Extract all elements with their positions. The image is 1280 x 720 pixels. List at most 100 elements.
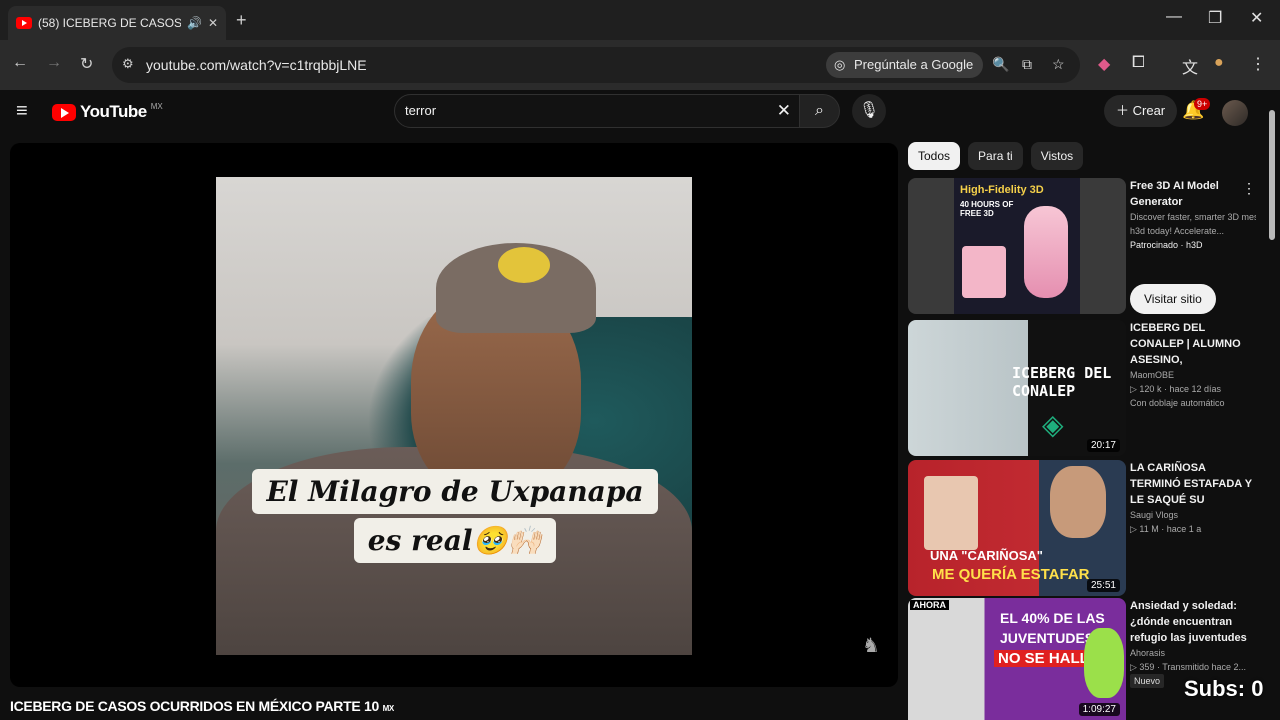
- caption-line-2: es real🥹🙌🏻: [353, 518, 557, 563]
- video-title[interactable]: ICEBERG DEL CONALEP | ALUMNO ASESINO, CO…: [1130, 320, 1256, 368]
- chip-para-ti[interactable]: Para ti: [968, 142, 1023, 170]
- video-meta: LA CARIÑOSA TERMINÓ ESTAFADA Y LE SAQUÉ …: [1130, 460, 1256, 536]
- visit-site-button[interactable]: Visitar sitio: [1130, 284, 1216, 314]
- hamburger-menu-icon[interactable]: ≡: [16, 100, 28, 123]
- zoom-icon[interactable]: 🔍: [992, 56, 1009, 73]
- thumb-person: [1050, 466, 1106, 538]
- video-title[interactable]: Ansiedad y soledad: ¿dónde encuentran re…: [1130, 598, 1256, 646]
- close-window-icon[interactable]: ✕: [1250, 8, 1263, 28]
- youtube-logo[interactable]: YouTube MX: [52, 102, 163, 122]
- voice-search-button[interactable]: 🎙: [852, 94, 886, 128]
- clear-search-icon[interactable]: ✕: [777, 101, 791, 121]
- ad-description-1: Discover faster, smarter 3D mesh solutio…: [1130, 212, 1256, 222]
- video-title: ICEBERG DE CASOS OCURRIDOS EN MÉXICO PAR…: [10, 698, 394, 714]
- duration-badge: 25:51: [1086, 579, 1120, 592]
- caption-line-1: El Milagro de Uxpanapa: [252, 469, 658, 514]
- search-input[interactable]: [405, 103, 765, 118]
- ad-sponsor: Patrocinado · h3D: [1130, 240, 1203, 250]
- country-code: MX: [150, 102, 163, 111]
- minimize-icon[interactable]: —: [1166, 8, 1182, 26]
- conalep-logo-icon: ◈: [1042, 409, 1064, 440]
- ad-description-2: h3d today! Accelerate...: [1130, 226, 1225, 236]
- ad-character-image-2: [1024, 206, 1068, 298]
- channel-name[interactable]: MaomOBE: [1130, 368, 1256, 382]
- notification-count-badge: 9+: [1194, 98, 1211, 110]
- subs-counter-overlay: Subs: 0: [1184, 676, 1264, 701]
- create-button[interactable]: ＋ Crear: [1104, 95, 1178, 127]
- video-player[interactable]: El Milagro de Uxpanapa es real🥹🙌🏻 ♞: [10, 143, 898, 687]
- recommended-video[interactable]: UNA "CARIÑOSA" ME QUERÍA ESTAFAR 25:51 L…: [908, 460, 1260, 596]
- ad-meta: Free 3D AI Model Generator Discover fast…: [1130, 178, 1256, 252]
- back-icon[interactable]: ←: [12, 54, 28, 72]
- search-icon: ⌕: [815, 102, 824, 119]
- video-meta: ICEBERG DEL CONALEP | ALUMNO ASESINO, CO…: [1130, 320, 1256, 410]
- duration-badge: 20:17: [1086, 439, 1120, 452]
- site-info-icon[interactable]: ⚙: [122, 56, 134, 72]
- thumb-text-2: JUVENTUDES: [1000, 630, 1095, 646]
- thumb-text-1: EL 40% DE LAS: [1000, 610, 1105, 626]
- reload-icon[interactable]: ↻: [80, 54, 93, 74]
- thumb-mask-figure: [1084, 628, 1124, 698]
- chip-vistos[interactable]: Vistos: [1030, 142, 1084, 170]
- video-frame[interactable]: El Milagro de Uxpanapa es real🥹🙌🏻: [216, 177, 692, 655]
- youtube-header: ≡ YouTube MX ✕ ⌕ 🎙 ＋ Crear 🔔 9+: [0, 90, 1280, 136]
- extension-icon[interactable]: ◆: [1098, 54, 1110, 74]
- lens-icon: ◎: [834, 57, 846, 72]
- cap-logo: [498, 247, 550, 283]
- youtube-play-icon: [52, 103, 76, 121]
- restore-icon[interactable]: ❐: [1208, 8, 1222, 28]
- scrollbar-thumb[interactable]: [1269, 110, 1275, 240]
- ad-thumb-sub: 40 HOURS OF FREE 3D: [960, 200, 1014, 218]
- thumb-label: AHORA: [910, 600, 949, 610]
- thumb-photo: [924, 476, 978, 550]
- extensions-puzzle-icon[interactable]: ⧠: [1132, 54, 1145, 72]
- microphone-icon: 🎙: [858, 102, 880, 119]
- dubbing-label: Con doblaje automático: [1130, 398, 1225, 408]
- video-title[interactable]: LA CARIÑOSA TERMINÓ ESTAFADA Y LE SAQUÉ …: [1130, 460, 1256, 508]
- channel-name[interactable]: Ahorasis: [1130, 646, 1256, 660]
- url-text: youtube.com/watch?v=c1trqbbjLNE: [146, 57, 367, 73]
- new-badge: Nuevo: [1130, 674, 1165, 688]
- browser-tab-strip: (58) ICEBERG DE CASOS O 🔊 ✕ + — ❐ ✕: [0, 0, 1280, 40]
- video-thumbnail[interactable]: ICEBERG DEL CONALEP ◈ 20:17: [908, 320, 1126, 456]
- translate-icon[interactable]: 文: [1182, 54, 1198, 78]
- video-thumbnail[interactable]: AHORA EL 40% DE LAS JUVENTUDES NO SE HAL…: [908, 598, 1126, 720]
- ad-character-image: [962, 246, 1006, 298]
- speaker-icon[interactable]: 🔊: [187, 16, 202, 30]
- youtube-favicon-icon: [16, 17, 32, 29]
- more-options-icon[interactable]: ⋮: [1242, 180, 1256, 197]
- profile-icon[interactable]: ●: [1214, 54, 1224, 72]
- ad-title[interactable]: Free 3D AI Model Generator: [1130, 178, 1256, 210]
- close-tab-icon[interactable]: ✕: [208, 16, 218, 30]
- browser-toolbar: ← → ↻ ⚙ youtube.com/watch?v=c1trqbbjLNE …: [0, 40, 1280, 90]
- sponsored-item[interactable]: High-Fidelity 3D 40 HOURS OF FREE 3D Fre…: [908, 178, 1260, 316]
- create-label: Crear: [1132, 103, 1166, 118]
- ask-google-label: Pregúntale a Google: [854, 57, 974, 72]
- video-thumbnail[interactable]: UNA "CARIÑOSA" ME QUERÍA ESTAFAR 25:51: [908, 460, 1126, 596]
- search-button[interactable]: ⌕: [800, 94, 840, 128]
- tab-title: (58) ICEBERG DE CASOS O: [38, 16, 181, 30]
- video-stats: ▷ 11 M · hace 1 a: [1130, 524, 1202, 534]
- search-box: ✕: [394, 94, 800, 128]
- ask-google-button[interactable]: ◎ Pregúntale a Google: [826, 52, 984, 78]
- mexico-flag: MX: [382, 704, 395, 713]
- video-stats: ▷ 359 · Transmitido hace 2...: [1130, 662, 1246, 672]
- install-app-icon[interactable]: ⧉: [1022, 56, 1032, 73]
- browser-tab[interactable]: (58) ICEBERG DE CASOS O 🔊 ✕: [8, 6, 226, 40]
- duration-badge: 1:09:27: [1078, 703, 1120, 716]
- channel-name[interactable]: Saugi Vlogs: [1130, 508, 1256, 522]
- thumb-text-1: UNA "CARIÑOSA": [930, 548, 1043, 563]
- address-bar[interactable]: ⚙ youtube.com/watch?v=c1trqbbjLNE ◎ Preg…: [112, 47, 1080, 83]
- thumb-text-2: ME QUERÍA ESTAFAR: [932, 566, 1090, 583]
- video-stats: ▷ 120 k · hace 12 días: [1130, 384, 1221, 394]
- recommended-video[interactable]: ICEBERG DEL CONALEP ◈ 20:17 ICEBERG DEL …: [908, 320, 1260, 456]
- bookmark-star-icon[interactable]: ☆: [1052, 56, 1065, 73]
- chrome-menu-icon[interactable]: ⋮: [1250, 54, 1266, 74]
- filter-chips: Todos Para ti Vistos: [908, 142, 1084, 170]
- channel-watermark-icon[interactable]: ♞: [862, 633, 880, 658]
- new-tab-icon[interactable]: +: [236, 10, 247, 31]
- avatar[interactable]: [1222, 100, 1248, 126]
- ad-thumbnail[interactable]: High-Fidelity 3D 40 HOURS OF FREE 3D: [908, 178, 1126, 314]
- chip-todos[interactable]: Todos: [908, 142, 961, 170]
- forward-icon[interactable]: →: [46, 54, 62, 72]
